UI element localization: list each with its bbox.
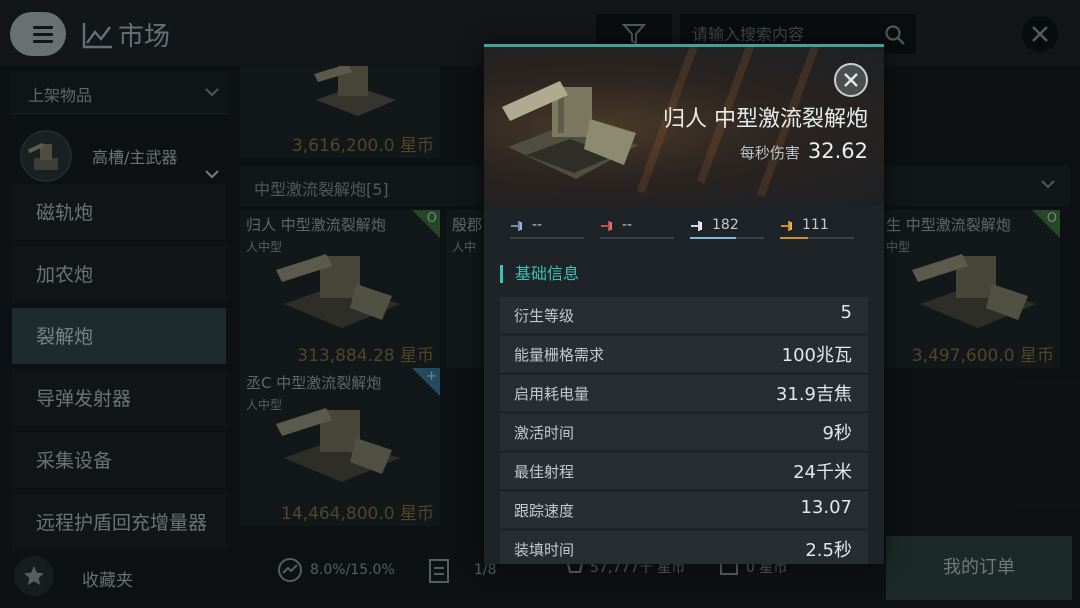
attribute-name: 能量栅格需求 — [514, 346, 605, 364]
attribute-value: 31.9吉焦 — [775, 384, 852, 405]
turret-image — [502, 81, 638, 179]
attribute-value: 5 — [840, 302, 852, 323]
attribute-value: 13.07 — [800, 497, 852, 518]
kinetic-damage-icon — [691, 221, 702, 231]
explosive-damage-icon — [781, 221, 792, 231]
damage-value: 182 — [712, 217, 739, 233]
basic-info-heading: 基础信息 — [500, 265, 579, 283]
damage-value: -- — [532, 217, 543, 233]
thermal-damage-icon — [601, 221, 612, 231]
close-popup-button[interactable] — [834, 63, 868, 97]
attribute-row: 跟踪速度 13.07 — [500, 492, 868, 528]
attribute-row: 启用耗电量 31.9吉焦 — [500, 375, 868, 411]
damage-value: -- — [622, 217, 633, 233]
attribute-name: 启用耗电量 — [514, 385, 590, 403]
em-damage-icon — [511, 221, 522, 231]
attribute-name: 装填时间 — [514, 541, 575, 559]
thermal-damage: -- — [600, 215, 674, 239]
dps-value: 32.62 — [807, 139, 868, 163]
attribute-name: 跟踪速度 — [514, 502, 575, 520]
damage-bar-fill — [690, 237, 736, 239]
item-name: 归人 中型激流裂解炮 — [663, 107, 868, 132]
attribute-value: 100兆瓦 — [781, 345, 852, 366]
dps-row: 每秒伤害 32.62 — [740, 139, 868, 163]
damage-value: 111 — [802, 217, 829, 233]
explosive-damage: 111 — [780, 215, 854, 239]
damage-profile: -- -- 182 111 — [510, 215, 860, 239]
attribute-name: 衍生等级 — [514, 307, 575, 325]
item-detail-popup: 归人 中型激流裂解炮 每秒伤害 32.62 -- -- 182 111 基础信息… — [484, 44, 884, 564]
attribute-value: 24千米 — [793, 462, 852, 483]
attribute-name: 激活时间 — [514, 424, 575, 442]
attribute-row: 能量栅格需求 100兆瓦 — [500, 336, 868, 372]
close-icon — [844, 73, 858, 87]
attribute-row: 衍生等级 5 — [500, 297, 868, 333]
kinetic-damage: 182 — [690, 215, 764, 239]
attribute-value: 9秒 — [822, 423, 852, 444]
em-damage: -- — [510, 215, 584, 239]
attribute-name: 最佳射程 — [514, 463, 575, 481]
attribute-row: 激活时间 9秒 — [500, 414, 868, 450]
attribute-row: 装填时间 2.5秒 — [500, 531, 868, 564]
attribute-value: 2.5秒 — [805, 540, 852, 561]
damage-bar-fill — [780, 237, 809, 239]
attribute-row: 最佳射程 24千米 — [500, 453, 868, 489]
dps-label: 每秒伤害 — [739, 144, 800, 162]
